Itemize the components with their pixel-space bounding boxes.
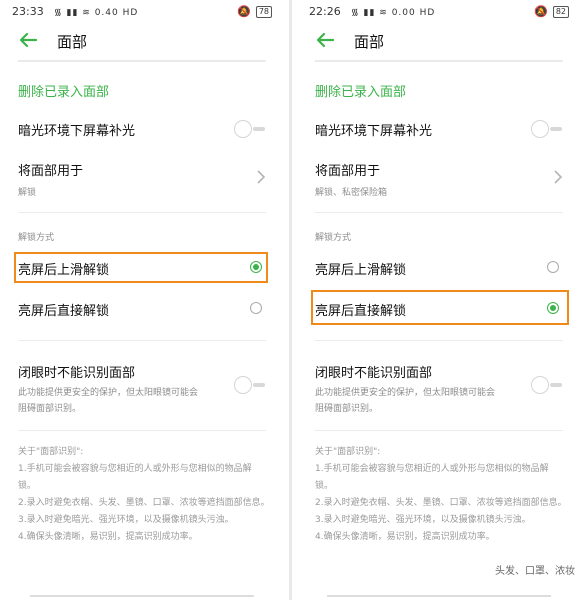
header-divider (18, 60, 266, 62)
status-bar: 22:26 ᯾ ▮▮ ≋ 0.00 HD 🔕 82 (309, 5, 569, 21)
battery-icon: 82 (552, 5, 569, 18)
status-time: 23:33 (12, 5, 44, 18)
dim-light-label: 暗光环境下屏幕补光 (315, 124, 433, 139)
panel-separator (289, 0, 292, 600)
eyes-closed-desc-2: 阻碍面部识别。 (315, 404, 379, 414)
back-arrow-icon[interactable] (315, 30, 335, 50)
eyes-closed-label: 闭眼时不能识别面部 (315, 366, 433, 381)
about-line-3: 3.录入时避免暗光、强光环境，以及摄像机镜头污浊。 (18, 515, 234, 525)
delete-face-button[interactable]: 删除已录入面部 (18, 81, 109, 100)
eyes-closed-row[interactable]: 闭眼时不能识别面部 此功能提供更安全的保护，但太阳眼镜可能会 阻碍面部识别。 (315, 362, 563, 414)
use-face-for-label: 将面部用于 (315, 164, 381, 179)
section-divider (315, 212, 563, 213)
signal-icons: ᯾ ▮▮ ≋ 0.40 HD (54, 8, 139, 18)
option-direct-unlock[interactable]: 亮屏后直接解锁 (315, 300, 563, 319)
use-face-for-label: 将面部用于 (18, 164, 84, 179)
delete-face-button[interactable]: 删除已录入面部 (315, 81, 406, 100)
about-line-4: 4.确保头像清晰，易识别，提高识别成功率。 (18, 532, 198, 542)
dim-light-toggle[interactable] (531, 120, 563, 138)
radio-swipe-selected[interactable] (250, 261, 262, 273)
use-face-for-row[interactable]: 将面部用于 解锁、私密保险箱 (315, 160, 563, 198)
bottom-bar (327, 595, 551, 597)
status-time: 22:26 (309, 5, 341, 18)
status-bar: 23:33 ᯾ ▮▮ ≋ 0.40 HD 🔕 78 (12, 5, 272, 21)
about-line-1: 1.手机可能会被容貌与您相近的人或外形与您相似的物品解 (315, 464, 549, 474)
chevron-right-icon (257, 170, 266, 184)
mute-icon: 🔕 (534, 5, 548, 18)
unlock-method-heading: 解锁方式 (18, 233, 55, 243)
section-divider (18, 212, 266, 213)
radio-direct-selected[interactable] (547, 302, 559, 314)
unlock-method-heading: 解锁方式 (315, 233, 352, 243)
use-face-for-value: 解锁、私密保险箱 (315, 188, 388, 198)
header-divider (315, 60, 563, 62)
eyes-closed-desc: 此功能提供更安全的保护，但太阳眼镜可能会 (18, 388, 199, 398)
back-arrow-icon[interactable] (18, 30, 38, 50)
dim-light-row[interactable]: 暗光环境下屏幕补光 (315, 120, 563, 140)
watermark-text: 头发、口罩、浓妆 (495, 566, 575, 577)
eyes-closed-row[interactable]: 闭眼时不能识别面部 此功能提供更安全的保护，但太阳眼镜可能会 阻碍面部识别。 (18, 362, 266, 414)
about-title: 关于"面部识别": (18, 447, 84, 457)
about-line-2: 2.录入时避免衣帽、头发、墨镜、口罩、浓妆等遮挡面部信息。 (315, 498, 567, 508)
bottom-bar (30, 595, 254, 597)
about-line-4: 4.确保头像清晰，易识别，提高识别成功率。 (315, 532, 495, 542)
mute-icon: 🔕 (237, 5, 251, 18)
battery-icon: 78 (255, 5, 272, 18)
about-title: 关于"面部识别": (315, 447, 381, 457)
dim-light-label: 暗光环境下屏幕补光 (18, 124, 136, 139)
radio-swipe[interactable] (547, 261, 559, 273)
section-divider (315, 430, 563, 431)
dim-light-toggle[interactable] (234, 120, 266, 138)
option-direct-label: 亮屏后直接解锁 (18, 304, 110, 319)
section-divider (18, 340, 266, 341)
eyes-closed-desc: 此功能提供更安全的保护，但太阳眼镜可能会 (315, 388, 496, 398)
use-face-for-value: 解锁 (18, 188, 37, 198)
about-face-recognition: 关于"面部识别": 1.手机可能会被容貌与您相近的人或外形与您相似的物品解 锁。… (315, 444, 569, 546)
signal-icons: ᯾ ▮▮ ≋ 0.00 HD (351, 8, 436, 18)
about-line-1: 1.手机可能会被容貌与您相近的人或外形与您相似的物品解 (18, 464, 252, 474)
about-line-3: 3.录入时避免暗光、强光环境，以及摄像机镜头污浊。 (315, 515, 531, 525)
about-line-1b: 锁。 (18, 481, 37, 491)
eyes-closed-toggle[interactable] (531, 376, 563, 394)
dim-light-row[interactable]: 暗光环境下屏幕补光 (18, 120, 266, 140)
section-divider (315, 340, 563, 341)
use-face-for-row[interactable]: 将面部用于 解锁 (18, 160, 266, 198)
about-line-1b: 锁。 (315, 481, 334, 491)
option-swipe-unlock[interactable]: 亮屏后上滑解锁 (18, 259, 266, 278)
option-direct-label: 亮屏后直接解锁 (315, 304, 407, 319)
option-direct-unlock[interactable]: 亮屏后直接解锁 (18, 300, 266, 319)
about-face-recognition: 关于"面部识别": 1.手机可能会被容貌与您相近的人或外形与您相似的物品解 锁。… (18, 444, 272, 546)
eyes-closed-label: 闭眼时不能识别面部 (18, 366, 136, 381)
phone-screen-left: 23:33 ᯾ ▮▮ ≋ 0.40 HD 🔕 78 面部 删除已录入面部 暗光环… (0, 0, 284, 600)
about-line-2: 2.录入时避免衣帽、头发、墨镜、口罩、浓妆等遮挡面部信息。 (18, 498, 270, 508)
eyes-closed-desc-2: 阻碍面部识别。 (18, 404, 82, 414)
option-swipe-unlock[interactable]: 亮屏后上滑解锁 (315, 259, 563, 278)
phone-screen-right: 22:26 ᯾ ▮▮ ≋ 0.00 HD 🔕 82 面部 删除已录入面部 暗光环… (297, 0, 581, 600)
eyes-closed-toggle[interactable] (234, 376, 266, 394)
option-swipe-label: 亮屏后上滑解锁 (315, 263, 407, 278)
page-title: 面部 (354, 33, 385, 51)
chevron-right-icon (554, 170, 563, 184)
section-divider (18, 430, 266, 431)
page-title: 面部 (57, 33, 88, 51)
option-swipe-label: 亮屏后上滑解锁 (18, 263, 110, 278)
radio-direct[interactable] (250, 302, 262, 314)
